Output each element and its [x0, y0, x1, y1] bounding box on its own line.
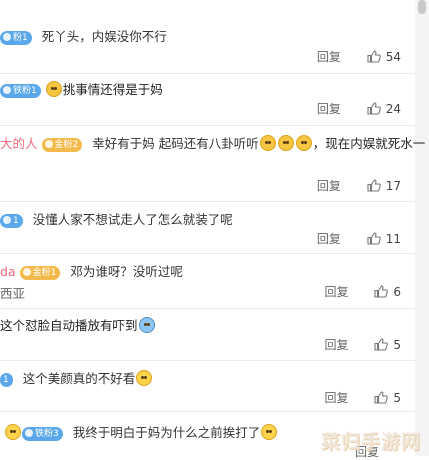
- reply-button[interactable]: 回复: [325, 338, 349, 352]
- badge-icon: [3, 86, 11, 94]
- comment-text: 挑事情还得是于妈: [62, 82, 163, 97]
- badge-icon: [3, 216, 11, 224]
- comment-actions: 回复 5: [325, 336, 401, 353]
- watermark: 菜归手游网: [320, 431, 421, 453]
- reply-button[interactable]: 回复: [325, 285, 349, 299]
- comment-actions: 回复 24: [317, 100, 401, 117]
- comment-text: 没懂人家不想试走人了怎么就装了呢: [32, 212, 233, 227]
- badge-icon: [25, 429, 33, 437]
- fan-badge: 金粉2: [41, 138, 83, 152]
- thumbs-up-icon[interactable]: [374, 391, 389, 404]
- badge-icon: [44, 140, 53, 148]
- scrollbar-thumb[interactable]: [418, 0, 426, 14]
- reply-button[interactable]: 回复: [325, 391, 349, 405]
- crying-emoji-icon: [138, 317, 155, 333]
- fan-badge: 粉1: [0, 31, 32, 45]
- comment-item: 粉1 死丫头，内娱没你不行 回复 54: [0, 0, 415, 74]
- reply-button[interactable]: 回复: [317, 179, 341, 193]
- cat-emoji-icon: [259, 135, 276, 151]
- cat-emoji-icon: [45, 81, 62, 97]
- laughing-emoji-icon: [136, 370, 153, 386]
- like-count: 6: [393, 285, 401, 299]
- laughing-emoji-icon: [261, 424, 278, 440]
- scrollbar[interactable]: [415, 0, 429, 456]
- comment-text-continued: ，现在内娱就死水一: [312, 136, 426, 151]
- like-count: 24: [385, 102, 401, 116]
- badge-icon: [22, 268, 31, 276]
- like-count: 5: [393, 338, 401, 352]
- comment-text: 死丫头，内娱没你不行: [41, 29, 167, 44]
- badge-icon: [3, 33, 11, 41]
- comment-actions: 回复 54: [317, 48, 401, 65]
- comment-item: 铁粉1 挑事情还得是于妈 回复 24: [0, 73, 415, 126]
- thumbs-up-icon[interactable]: [367, 232, 381, 245]
- fan-badge: 金粉1: [19, 266, 61, 280]
- comment-actions: 回复 5: [325, 389, 401, 406]
- comment-actions: 回复 17: [317, 177, 401, 194]
- comment-text: 这个怼脸自动播放有吓到: [0, 318, 138, 333]
- username[interactable]: da: [0, 264, 16, 279]
- comment-location: 西亚: [0, 286, 26, 301]
- comment-text: 我终于明白于妈为什么之前挨打了: [72, 425, 261, 440]
- reply-button[interactable]: 回复: [317, 102, 341, 116]
- comment-actions: 回复 11: [317, 230, 401, 247]
- comment-text: 这个美颜真的不好看: [22, 371, 136, 386]
- fan-badge: 铁粉3: [22, 427, 63, 441]
- comment-item: 大的人 金粉2 幸好有于妈 起码还有八卦听听 ，现在内娱就死水一 回复 17: [0, 125, 425, 202]
- like-count: 5: [393, 391, 401, 405]
- like-count: 11: [385, 232, 401, 246]
- comment-item: 这个怼脸自动播放有吓到 回复 5: [0, 308, 415, 361]
- avatar-frame-icon: [5, 424, 21, 440]
- comment-text: 幸好有于妈 起码还有八卦听听: [92, 136, 259, 151]
- fan-badge: 铁粉1: [0, 84, 41, 98]
- cat-emoji-icon: [277, 135, 294, 151]
- comment-text: 邓为谁呀？没听过呢: [70, 264, 183, 279]
- reply-button[interactable]: 回复: [317, 232, 341, 246]
- comment-item: da 金粉1 邓为谁呀？没听过呢 西亚 回复 6: [0, 253, 415, 309]
- fan-badge: 1: [0, 214, 23, 228]
- thumbs-up-icon[interactable]: [374, 338, 389, 351]
- thumbs-up-icon[interactable]: [374, 285, 389, 298]
- comment-actions: 回复 6: [325, 283, 401, 300]
- thumbs-up-icon[interactable]: [367, 179, 381, 192]
- reply-button[interactable]: 回复: [317, 50, 341, 64]
- username[interactable]: 大的人: [0, 136, 38, 151]
- comment-item: 1 没懂人家不想试走人了怎么就装了呢 回复 11: [0, 201, 415, 254]
- like-count: 17: [385, 179, 401, 193]
- thumbs-up-icon[interactable]: [367, 102, 381, 115]
- thumbs-up-icon[interactable]: [367, 50, 381, 63]
- fan-badge: 1: [0, 373, 13, 387]
- comment-item: 1 这个美颜真的不好看 回复 5: [0, 360, 415, 412]
- like-count: 54: [385, 50, 401, 64]
- cat-emoji-icon: [295, 135, 312, 151]
